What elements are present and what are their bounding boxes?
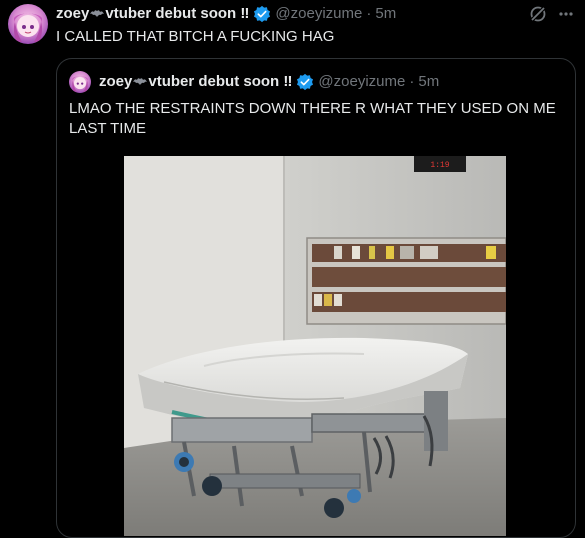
wall-clock-readout: 1:19 <box>430 161 449 170</box>
verified-badge-icon <box>297 73 314 91</box>
bat-emoji-icon <box>90 10 105 18</box>
display-name-text: zoey <box>56 5 90 22</box>
quoted-timestamp: 5m <box>418 73 440 90</box>
quoted-tweet-text: LMAO THE RESTRAINTS DOWN THERE R WHAT TH… <box>69 100 556 137</box>
author-handle[interactable]: @zoeyizume <box>275 4 362 24</box>
more-dots-icon[interactable] <box>556 4 576 24</box>
quoted-tweet-card[interactable]: zoey vtuber debut soon ‼ @zoeyizume · 5m … <box>56 58 576 538</box>
author-display-name[interactable]: zoey vtuber debut soon ‼ <box>56 4 249 24</box>
tweet-header: zoey vtuber debut soon ‼ @zoeyizume · 5m <box>56 4 396 24</box>
separator-dot: · <box>409 73 415 90</box>
grok-icon[interactable] <box>528 4 548 24</box>
author-avatar[interactable] <box>8 4 48 44</box>
verified-badge-icon[interactable] <box>253 5 271 23</box>
quoted-handle: @zoeyizume <box>318 73 406 90</box>
quoted-display-name-text: zoey <box>99 73 133 90</box>
quoted-author-avatar <box>69 71 91 93</box>
separator-dot: · <box>366 5 372 22</box>
author-avatar-art <box>13 13 43 42</box>
display-name-suffix: vtuber debut soon ‼ <box>105 5 250 22</box>
quoted-media-image[interactable]: 1:19 <box>124 156 506 536</box>
bat-emoji-icon <box>133 78 148 86</box>
quoted-display-name: zoey vtuber debut soon ‼ <box>99 72 292 92</box>
timestamp[interactable]: 5m <box>375 4 396 24</box>
quoted-display-name-suffix: vtuber debut soon ‼ <box>148 73 293 90</box>
quoted-tweet-header: zoey vtuber debut soon ‼ @zoeyizume · 5m <box>69 71 439 93</box>
tweet-text: I CALLED THAT BITCH A FUCKING HAG <box>56 28 335 45</box>
hospital-bed-photo: 1:19 <box>124 156 506 536</box>
